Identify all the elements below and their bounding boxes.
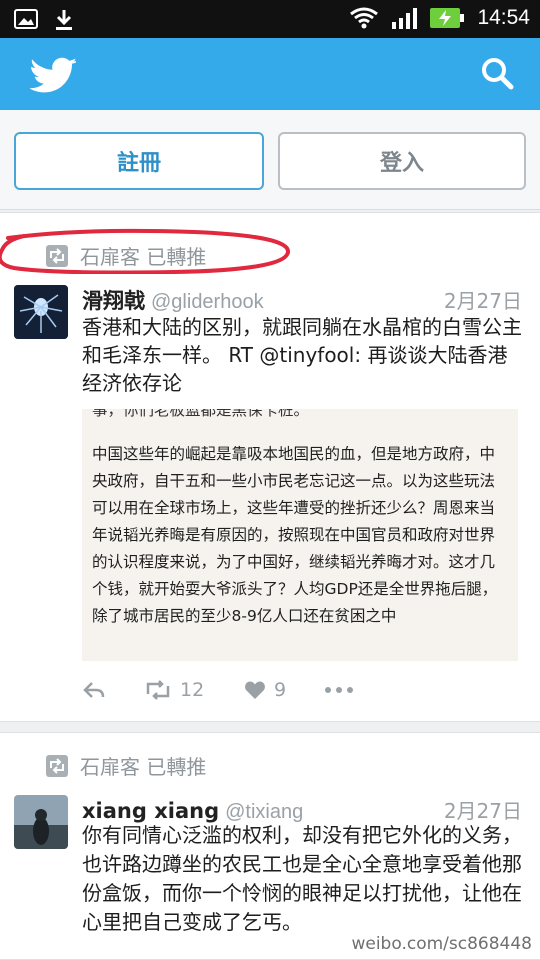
download-notification-icon [56, 10, 72, 30]
auth-bar: 註冊 登入 [0, 110, 540, 210]
status-bar: 14:54 [0, 0, 540, 38]
watermark: weibo.com/sc868448 [351, 934, 532, 954]
reply-button[interactable] [82, 680, 144, 700]
signal-icon [392, 8, 418, 29]
retweeted-by-label: 石扉客 已轉推 [80, 755, 207, 779]
retweeted-by-row: 石扉客 已轉推 [46, 241, 206, 270]
tweet-header: 滑翔戟 @gliderhook 2月27日 [82, 285, 522, 315]
retweet-count: 12 [180, 679, 205, 701]
retweet-action-icon [146, 680, 170, 700]
tweet-text: 你有同情心泛滥的权利，却没有把它外化的义务，也许路边蹲坐的农民工也是全心全意地享… [82, 823, 522, 934]
gallery-notification-icon [14, 9, 38, 29]
battery-charging-icon [430, 8, 465, 28]
reply-icon [83, 682, 105, 698]
tweet-card[interactable]: 石扉客 已轉推 滑翔戟 @gliderhook 2月27日 香港和大陆的区别，就… [0, 212, 540, 722]
avatar-photo-image [14, 795, 68, 849]
avatar[interactable] [14, 285, 68, 339]
retweet-button[interactable]: 12 [144, 679, 244, 701]
tweet-date[interactable]: 2月27日 [444, 795, 522, 824]
like-button[interactable]: 9 [244, 679, 324, 701]
search-icon[interactable] [480, 56, 514, 90]
more-button[interactable] [324, 686, 354, 694]
wifi-icon [350, 7, 379, 29]
embedded-image-text: 中国这些年的崛起是靠吸本地国民的血，但是地方政府，中央政府，自干五和一些小市民老… [92, 445, 498, 625]
display-name[interactable]: 滑翔戟 [82, 285, 145, 315]
display-name[interactable]: xiang xiang [82, 799, 219, 823]
embedded-image-cut-text: 事，你们老板蓝都是黑保卡桩。 [92, 409, 310, 419]
retweet-icon [46, 244, 68, 267]
retweeted-by-row: 石扉客 已轉推 [46, 751, 206, 780]
retweet-icon [46, 754, 68, 777]
user-handle[interactable]: @gliderhook [151, 291, 264, 314]
avatar-glider-image [14, 285, 68, 339]
tweet-card[interactable]: 石扉客 已轉推 xiang xiang @tixiang 2月27日 你有同情心… [0, 732, 540, 960]
tweet-header: xiang xiang @tixiang 2月27日 [82, 795, 522, 824]
like-count: 9 [274, 679, 287, 701]
embedded-image[interactable]: 事，你们老板蓝都是黑保卡桩。 中国这些年的崛起是靠吸本地国民的血，但是地方政府，… [82, 409, 518, 661]
app-header [0, 38, 540, 110]
watermark-text: weibo.com/sc868448 [351, 934, 532, 954]
more-icon [325, 687, 353, 693]
signup-button[interactable]: 註冊 [14, 132, 264, 190]
tweet-date[interactable]: 2月27日 [444, 285, 522, 314]
status-time: 14:54 [477, 6, 530, 29]
avatar[interactable] [14, 795, 68, 849]
twitter-bird-icon[interactable] [30, 56, 76, 94]
tweet-actions: 12 9 [82, 673, 522, 707]
tweet-text: 香港和大陆的区别，就跟同躺在水晶棺的白雪公主和毛泽东一样。 RT @tinyfo… [82, 315, 522, 395]
retweeted-by-label: 石扉客 已轉推 [80, 245, 207, 269]
login-button[interactable]: 登入 [278, 132, 526, 190]
heart-icon [245, 681, 265, 699]
